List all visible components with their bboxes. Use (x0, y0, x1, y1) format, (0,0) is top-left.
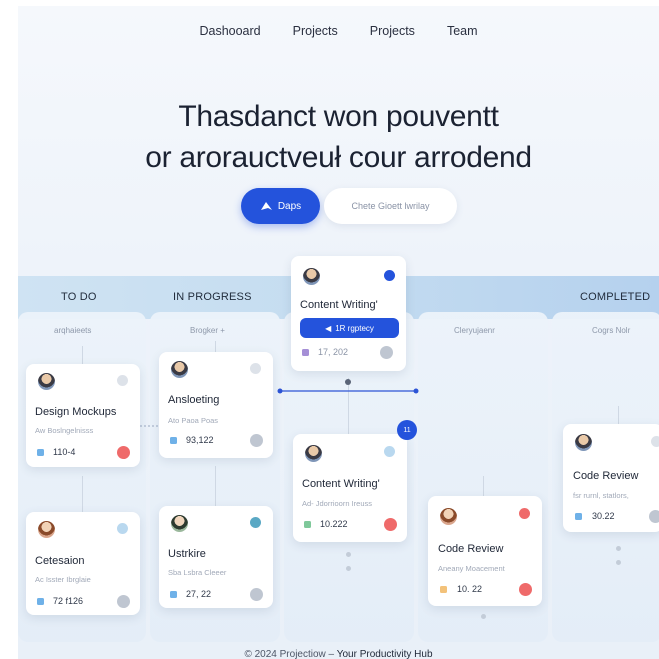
card-title: Cetesaion (35, 555, 85, 567)
status-dot (384, 518, 397, 531)
status-dot (250, 517, 261, 528)
card-title: Code Review (438, 543, 504, 555)
decor-dot (481, 614, 486, 619)
decor-dot (616, 560, 621, 565)
category-square (37, 598, 44, 605)
floating-task-card[interactable]: Content Writing' ◀ 1R rgptecy 17, 202 (291, 256, 406, 371)
avatar (575, 434, 592, 451)
task-card-ustrkire[interactable]: Ustrkire Sba Lsbra Cleeer 27, 22 (159, 506, 273, 608)
card-title: Content Writing' (300, 299, 378, 311)
category-square (37, 449, 44, 456)
category-square (302, 349, 309, 356)
decor-dot (616, 546, 621, 551)
card-title: Ustrkire (168, 548, 206, 560)
task-card-content-writing[interactable]: Content Writing' Ad- Jdorrioorn Ireuss 1… (293, 434, 407, 542)
card-subtitle: Ato Paoa Poas (168, 416, 219, 425)
app-canvas: Dashooard Projects Projects Team Thasdan… (18, 6, 659, 659)
footer: © 2024 Projectiow – Your Productivity Hu… (18, 649, 659, 659)
card-title: Content Writing' (302, 478, 380, 490)
status-dot (649, 510, 659, 523)
category-square (170, 437, 177, 444)
card-subtitle: Sba Lsbra Cleeer (168, 568, 227, 577)
card-title: Code Review (573, 470, 639, 482)
decor-dot (346, 552, 351, 557)
card-subtitle: Ac Isster Ibrglaie (35, 575, 91, 584)
card-title: Ansloeting (168, 394, 220, 406)
task-card-code-review[interactable]: Code Review Aneany Moacement 10. 22 (428, 496, 542, 606)
category-square (440, 586, 447, 593)
card-subtitle: Aneany Moacement (438, 564, 505, 573)
card-value: 93,122 (186, 435, 214, 445)
status-dot (519, 583, 532, 596)
status-dot (250, 588, 263, 601)
link-dot (345, 379, 351, 385)
status-dot (117, 375, 128, 386)
status-dot (651, 436, 659, 447)
avatar (38, 521, 55, 538)
status-dot (117, 523, 128, 534)
link-dot (413, 388, 419, 394)
tag-label: 1R rgptecy (335, 323, 374, 333)
avatar (440, 508, 457, 525)
status-dot (250, 434, 263, 447)
status-dot (384, 270, 395, 281)
status-dot (384, 446, 395, 457)
category-square (304, 521, 311, 528)
card-value: 110-4 (53, 447, 76, 457)
card-value: 10.222 (320, 519, 348, 529)
status-dot (380, 346, 393, 359)
notification-badge[interactable]: 11 (397, 420, 417, 440)
status-dot (117, 595, 130, 608)
tag-button[interactable]: ◀ 1R rgptecy (300, 318, 399, 338)
category-square (575, 513, 582, 520)
status-dot (250, 363, 261, 374)
footer-tagline: Your Productivity Hub (336, 649, 433, 659)
decor-dot (346, 566, 351, 571)
avatar (171, 361, 188, 378)
footer-copyright: © 2024 Projectiow – (244, 649, 335, 659)
card-title: Design Mockups (35, 406, 117, 418)
card-value: 17, 202 (318, 347, 349, 357)
avatar (38, 373, 55, 390)
card-value: 10. 22 (457, 584, 483, 594)
card-subtitle: fsr rurnl, statlors, (573, 491, 629, 500)
task-card-code-review-completed[interactable]: Code Review fsr rurnl, statlors, 30.22 (563, 424, 659, 532)
link-dot (277, 388, 283, 394)
play-icon: ◀ (325, 323, 332, 333)
card-subtitle: Ad- Jdorrioorn Ireuss (302, 499, 373, 508)
card-value: 72 f126 (53, 596, 84, 606)
task-card-ansloeting[interactable]: Ansloeting Ato Paoa Poas 93,122 (159, 352, 273, 458)
task-card-design-mockups[interactable]: Design Mockups Aw Boslngelnisss 110-4 (26, 364, 140, 467)
category-square (170, 591, 177, 598)
avatar (305, 445, 322, 462)
card-value: 30.22 (592, 511, 615, 521)
avatar (171, 515, 188, 532)
card-value: 27, 22 (186, 589, 212, 599)
avatar (303, 268, 320, 285)
status-dot (519, 508, 530, 519)
task-card-cetesaion[interactable]: Cetesaion Ac Isster Ibrglaie 72 f126 (26, 512, 140, 615)
card-subtitle: Aw Boslngelnisss (35, 426, 94, 435)
status-dot (117, 446, 130, 459)
